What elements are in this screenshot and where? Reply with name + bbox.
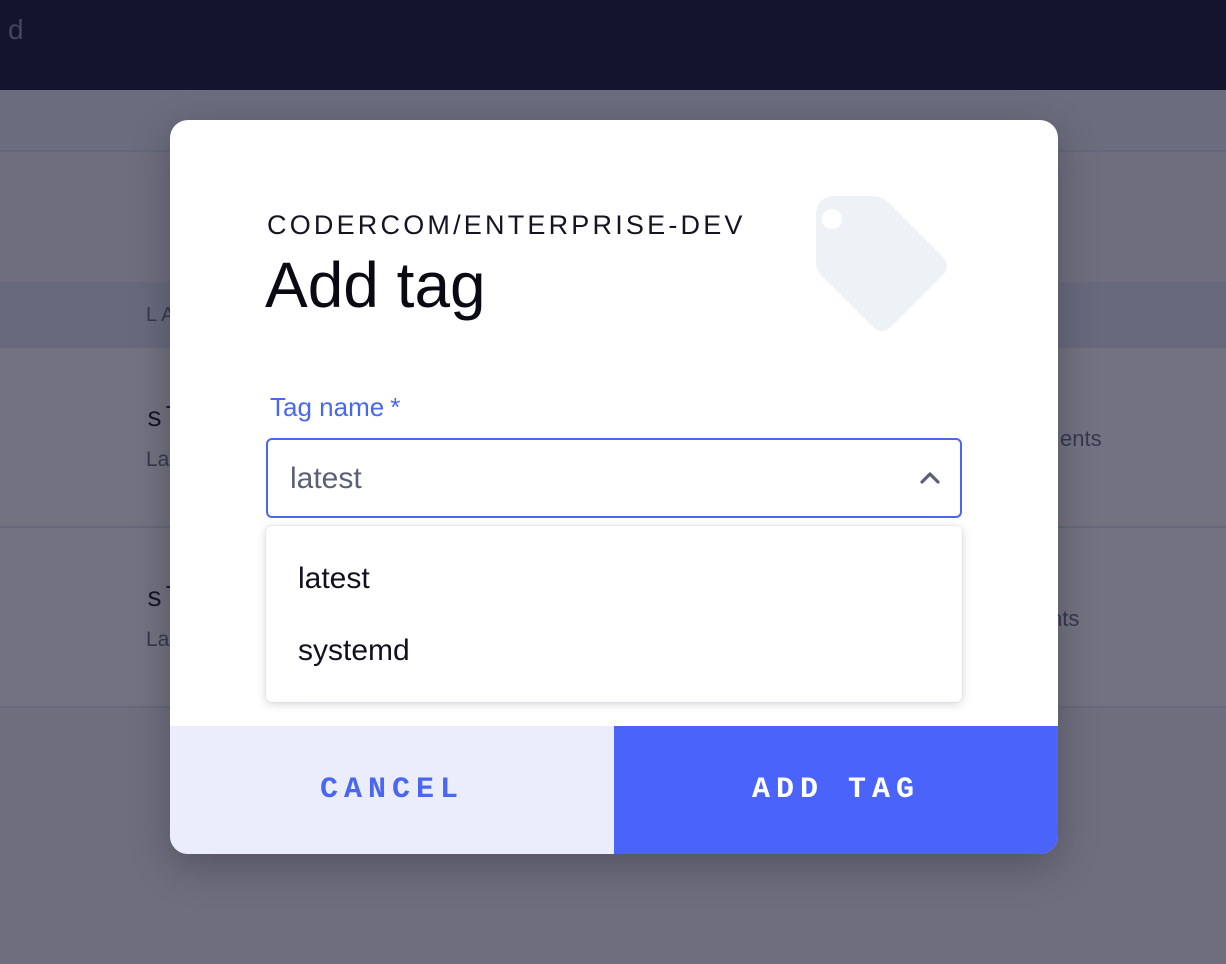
chevron-up-icon[interactable] <box>918 466 942 490</box>
dialog-title: Add tag <box>265 249 486 321</box>
required-marker: * <box>390 392 401 422</box>
tag-name-options-menu: latest systemd <box>266 526 962 702</box>
tag-name-select[interactable]: latest <box>266 438 962 518</box>
cancel-button[interactable]: CANCEL <box>170 726 614 854</box>
tag-icon <box>816 196 947 331</box>
option-latest[interactable]: latest <box>298 562 370 596</box>
tag-name-label: Tag name * <box>270 392 400 423</box>
dialog-subtitle: CODERCOM/ENTERPRISE-DEV <box>267 210 746 240</box>
add-tag-button[interactable]: ADD TAG <box>614 726 1058 854</box>
tag-name-label-text: Tag name <box>270 392 385 422</box>
tag-name-selected-value: latest <box>290 462 362 495</box>
add-tag-dialog: CODERCOM/ENTERPRISE-DEV Add tag Tag name… <box>170 120 1058 854</box>
option-systemd[interactable]: systemd <box>298 634 410 668</box>
